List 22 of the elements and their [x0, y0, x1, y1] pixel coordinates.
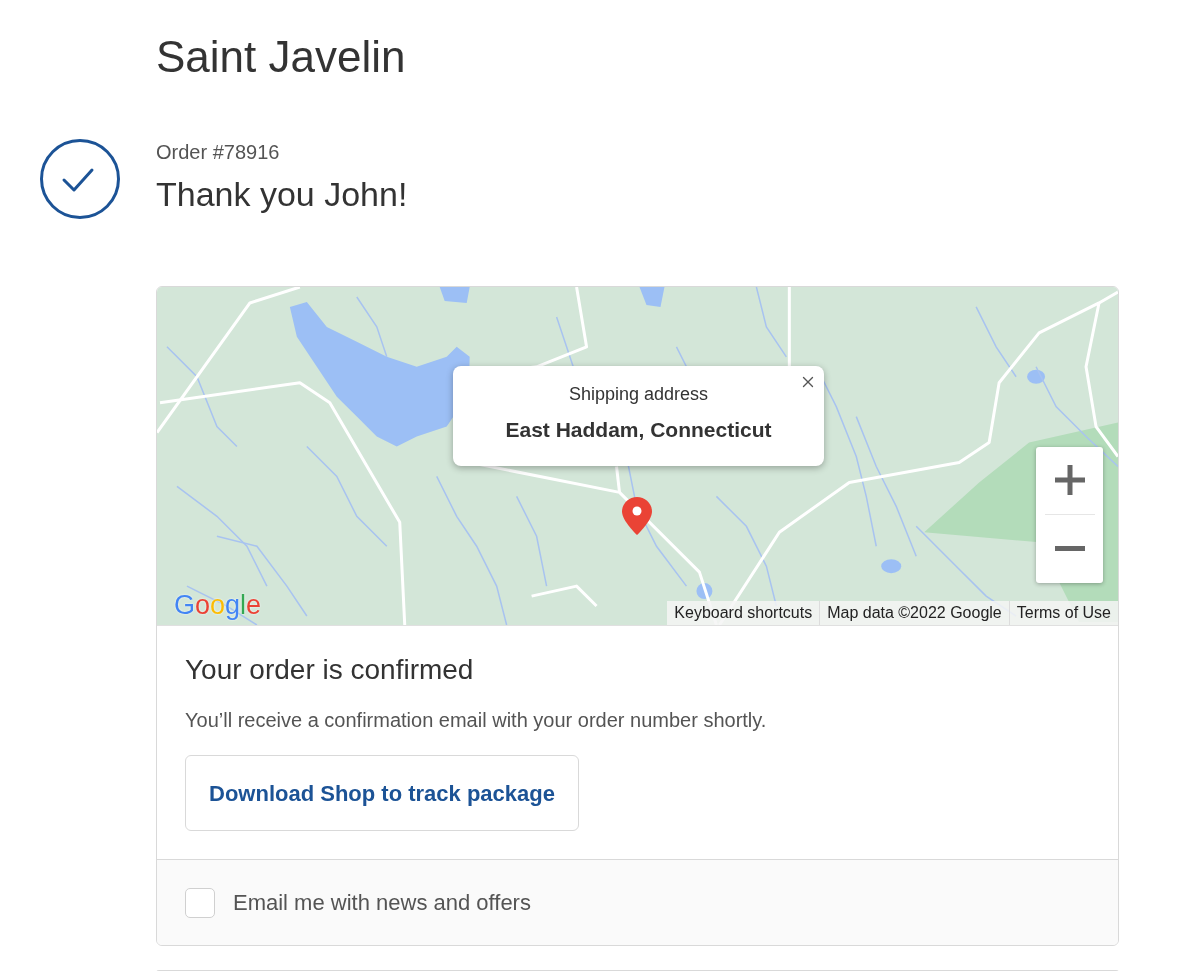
- checkbox[interactable]: [185, 887, 215, 918]
- download-shop-button[interactable]: Download Shop to track package: [185, 755, 579, 832]
- attribution-link[interactable]: Keyboard shortcuts: [667, 600, 820, 625]
- attribution-link[interactable]: Map data ©2022 Google: [819, 600, 1009, 625]
- popup-title: Shipping address: [568, 383, 709, 406]
- order-number: Order #78916: [156, 139, 280, 164]
- pond: [881, 559, 902, 573]
- check-circle-icon: [40, 138, 120, 219]
- pond: [696, 582, 713, 599]
- plus-icon: [1054, 465, 1085, 496]
- attribution-link[interactable]: Terms of Use: [1008, 600, 1118, 625]
- thank-you-heading: Thank you John!: [156, 173, 408, 215]
- pond: [639, 286, 665, 307]
- email-offers-label: Email me with news and offers: [233, 889, 531, 917]
- shipping-address: East Haddam, Connecticut: [505, 417, 772, 443]
- map-pin-icon: [622, 496, 652, 535]
- confirmation-heading: Your order is confirmed: [185, 652, 474, 687]
- pond: [439, 286, 470, 303]
- minus-icon: [1054, 545, 1085, 551]
- store-name: Saint Javelin: [156, 31, 406, 83]
- google-logo: Google: [174, 591, 262, 619]
- confirmation-message: You’ll receive a confirmation email with your order number shortly.: [185, 708, 767, 733]
